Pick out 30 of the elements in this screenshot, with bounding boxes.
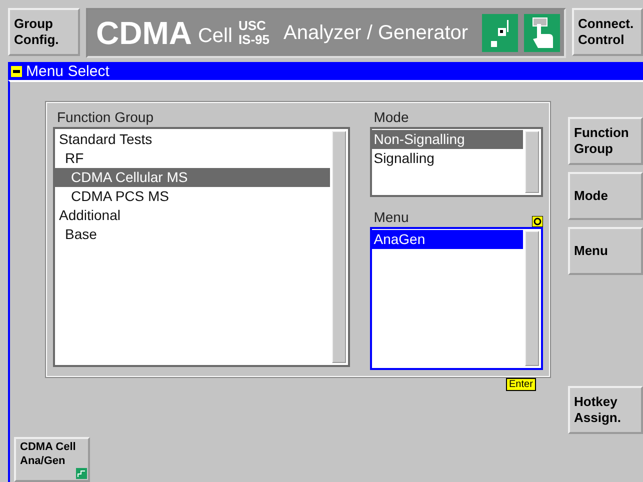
mode-item[interactable]: Non-Signalling [372,130,523,149]
cell-label: Cell [198,24,232,48]
function-group-item[interactable]: Base [55,225,330,244]
menu-item[interactable]: AnaGen [372,230,523,250]
softkey-button[interactable]: Function Group [568,117,643,165]
scrollbar[interactable] [525,231,539,366]
group-config-button[interactable]: Group Config. [8,8,80,56]
enter-hint: Enter [506,378,536,391]
hand-pointer-icon [524,14,560,52]
brand-title: CDMA [96,14,192,52]
function-group-item[interactable]: Additional [55,206,330,225]
connect-control-button[interactable]: Connect. Control [572,8,643,56]
function-group-item[interactable]: CDMA PCS MS [55,187,330,206]
subtitle: Analyzer / Generator [284,22,470,44]
menu-select-title: Menu Select [26,62,110,80]
standard-label: USC IS-95 [238,18,270,48]
function-group-label: Function Group [56,108,154,127]
softkey-button[interactable]: Menu [568,227,643,275]
softkey-button[interactable]: Mode [568,172,643,220]
cdma-cell-button[interactable]: CDMA Cell Ana/Gen [14,437,90,482]
function-group-item[interactable]: Standard Tests [55,130,330,149]
menu-label: Menu [372,208,409,228]
mode-item[interactable]: Signalling [372,149,523,168]
hotkey-assign-button[interactable]: Hotkey Assign. [568,386,643,434]
scrollbar[interactable] [525,131,539,194]
function-group-item[interactable]: RF [55,149,330,168]
scrollbar[interactable] [332,131,346,363]
menu-icon [11,66,22,76]
mode-label: Mode [372,108,410,127]
function-group-item[interactable]: CDMA Cellular MS [55,168,330,187]
